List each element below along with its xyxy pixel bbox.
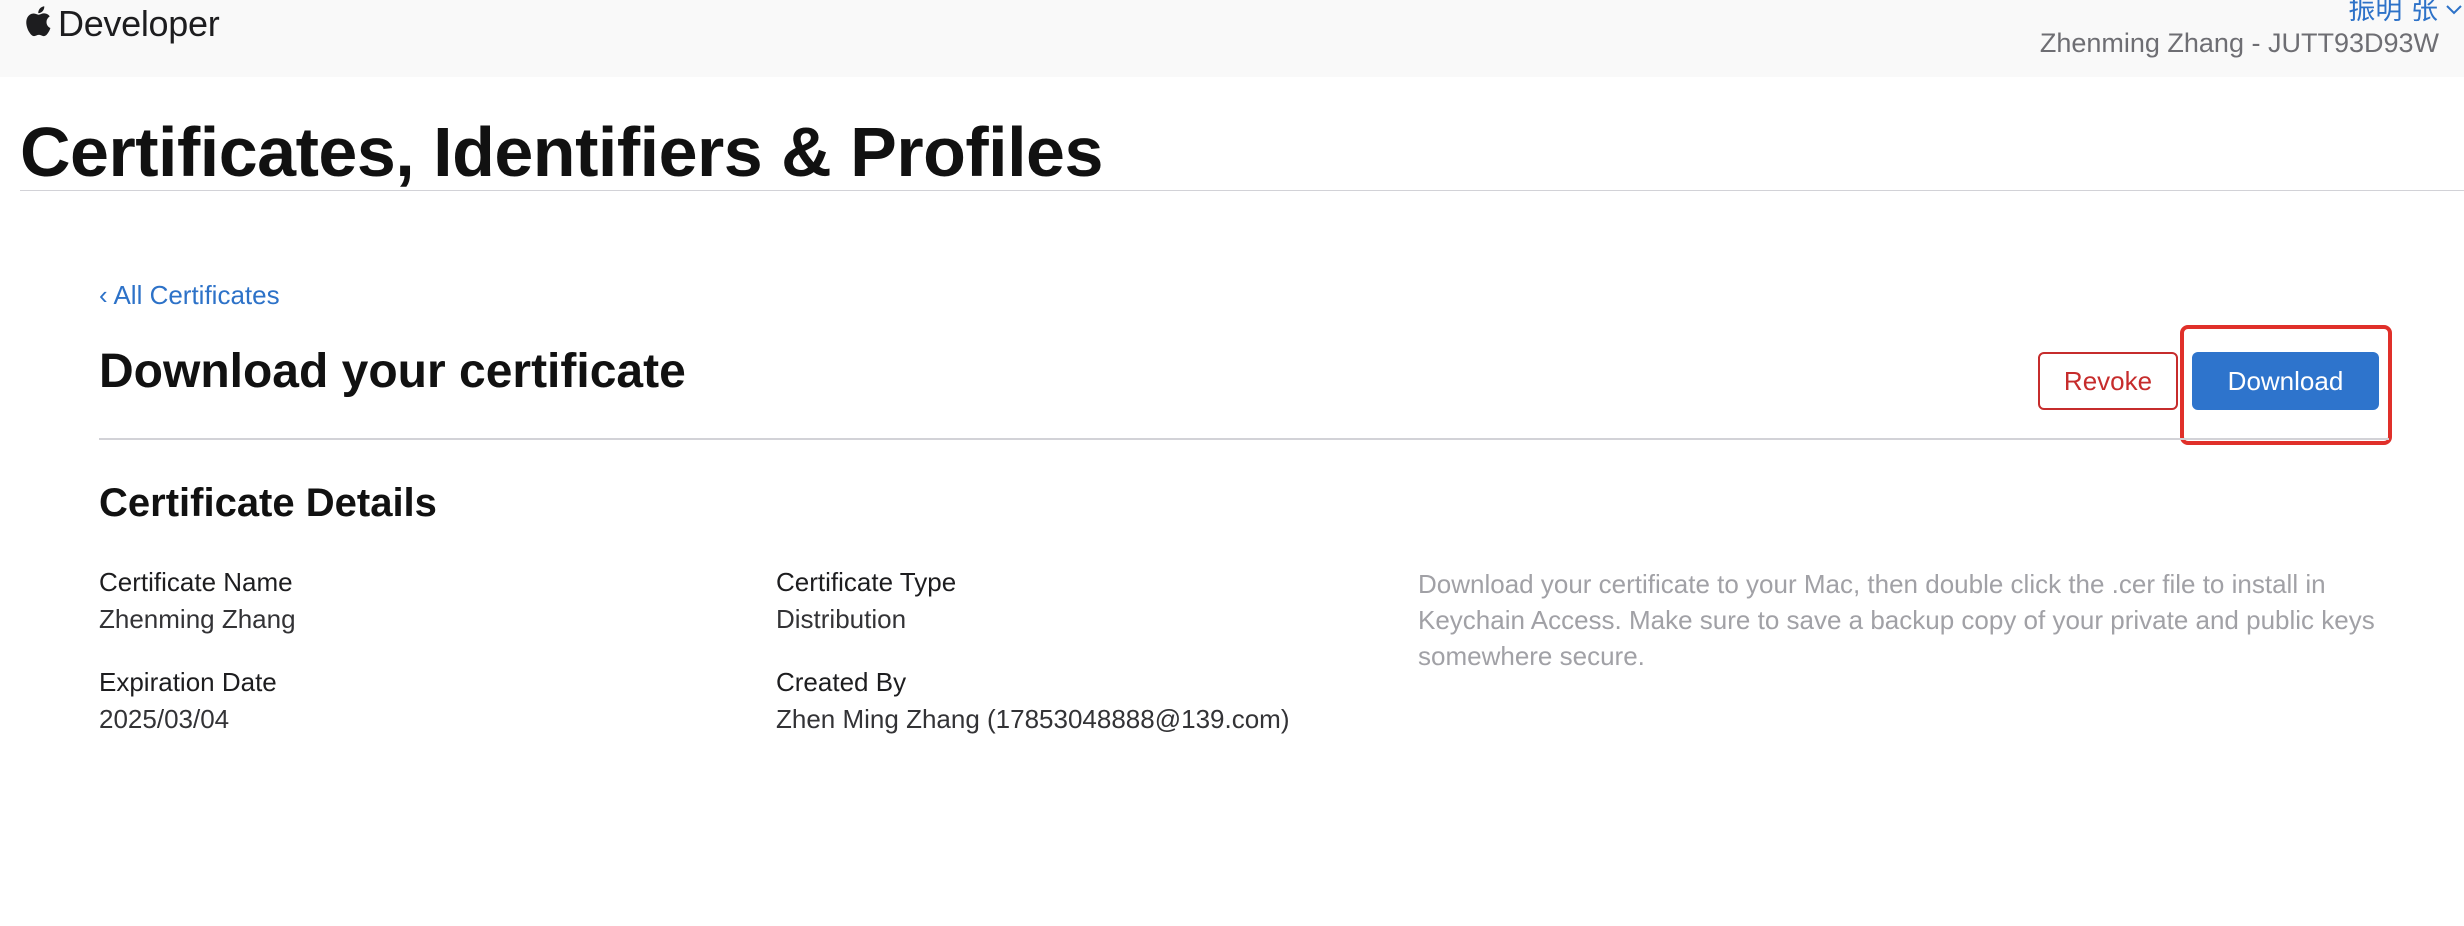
- page-title: Certificates, Identifiers & Profiles: [20, 113, 1103, 191]
- section-divider: [99, 438, 2389, 440]
- title-divider: [20, 190, 2464, 191]
- download-highlight-box: [2180, 325, 2392, 445]
- certificate-name-label: Certificate Name: [99, 567, 293, 597]
- brand-name: Developer: [58, 3, 220, 44]
- certificate-type-value: Distribution: [776, 604, 907, 634]
- team-name: Zhenming Zhang - JUTT93D93W: [2039, 28, 2439, 58]
- revoke-button[interactable]: Revoke: [2038, 352, 2178, 410]
- chevron-down-icon: [2446, 4, 2462, 14]
- user-name: 振明 张: [2348, 0, 2438, 26]
- certificate-name-value: Zhenming Zhang: [99, 604, 296, 634]
- certificate-type-label: Certificate Type: [776, 567, 957, 597]
- download-instructions-text: Download your certificate to your Mac, t…: [1418, 569, 2375, 671]
- top-nav-bar: Developer 振明 张 Zhenming Zhang - JUTT93D9…: [0, 0, 2464, 77]
- apple-logo-icon: [26, 6, 51, 37]
- developer-brand-link[interactable]: Developer: [22, 0, 220, 48]
- section-heading: Download your certificate: [99, 345, 686, 398]
- certificate-details-heading: Certificate Details: [99, 481, 437, 525]
- expiration-date-value: 2025/03/04: [99, 704, 230, 734]
- user-account-menu[interactable]: 振明 张: [2348, 0, 2462, 27]
- expiration-date-label: Expiration Date: [99, 667, 277, 697]
- created-by-value: Zhen Ming Zhang (17853048888@139.com): [776, 704, 1290, 734]
- created-by-label: Created By: [776, 667, 907, 697]
- all-certificates-back-link[interactable]: ‹ All Certificates: [99, 280, 280, 311]
